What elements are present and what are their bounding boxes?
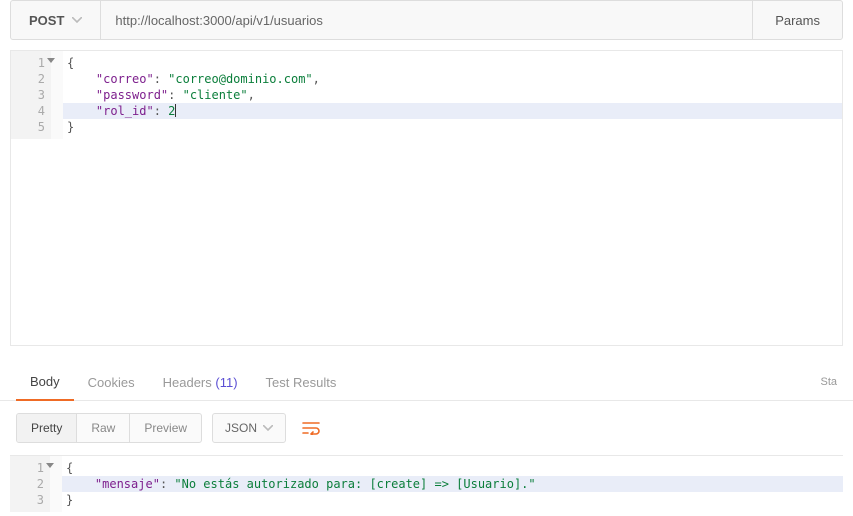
chevron-down-icon — [72, 17, 82, 23]
params-button[interactable]: Params — [752, 1, 842, 39]
pretty-button[interactable]: Pretty — [17, 414, 77, 442]
format-select[interactable]: JSON — [212, 413, 286, 443]
tab-cookies[interactable]: Cookies — [74, 365, 149, 400]
raw-button[interactable]: Raw — [77, 414, 130, 442]
view-mode-group: Pretty Raw Preview — [16, 413, 202, 443]
params-button-label: Params — [775, 13, 820, 28]
response-code: { "mensaje": "No estás autorizado para: … — [62, 456, 843, 512]
format-select-label: JSON — [225, 421, 257, 435]
preview-button[interactable]: Preview — [130, 414, 201, 442]
tab-headers-count: (11) — [215, 375, 237, 390]
request-code[interactable]: { "correo": "correo@dominio.com", "passw… — [63, 51, 842, 139]
wrap-lines-button[interactable] — [296, 413, 326, 443]
tab-test-results[interactable]: Test Results — [252, 365, 351, 400]
wrap-icon — [302, 421, 320, 435]
tab-headers-label: Headers — [163, 375, 212, 390]
request-body-editor[interactable]: 12345 { "correo": "correo@dominio.com", … — [10, 50, 843, 346]
request-bar: POST Params — [10, 0, 843, 40]
http-method-select[interactable]: POST — [11, 1, 101, 39]
response-gutter: 123 — [10, 456, 50, 512]
response-status-truncated: Sta — [820, 376, 837, 388]
request-gutter: 12345 — [11, 51, 51, 139]
request-url-input[interactable] — [101, 1, 752, 39]
tab-headers[interactable]: Headers (11) — [149, 365, 252, 400]
response-controls: Pretty Raw Preview JSON — [0, 401, 853, 455]
response-tabs: Body Cookies Headers (11) Test Results S… — [0, 364, 853, 401]
tab-body[interactable]: Body — [16, 364, 74, 401]
response-body-editor[interactable]: 123 { "mensaje": "No estás autorizado pa… — [10, 455, 843, 515]
chevron-down-icon — [263, 425, 273, 431]
http-method-label: POST — [29, 13, 64, 28]
fold-column — [51, 51, 63, 139]
